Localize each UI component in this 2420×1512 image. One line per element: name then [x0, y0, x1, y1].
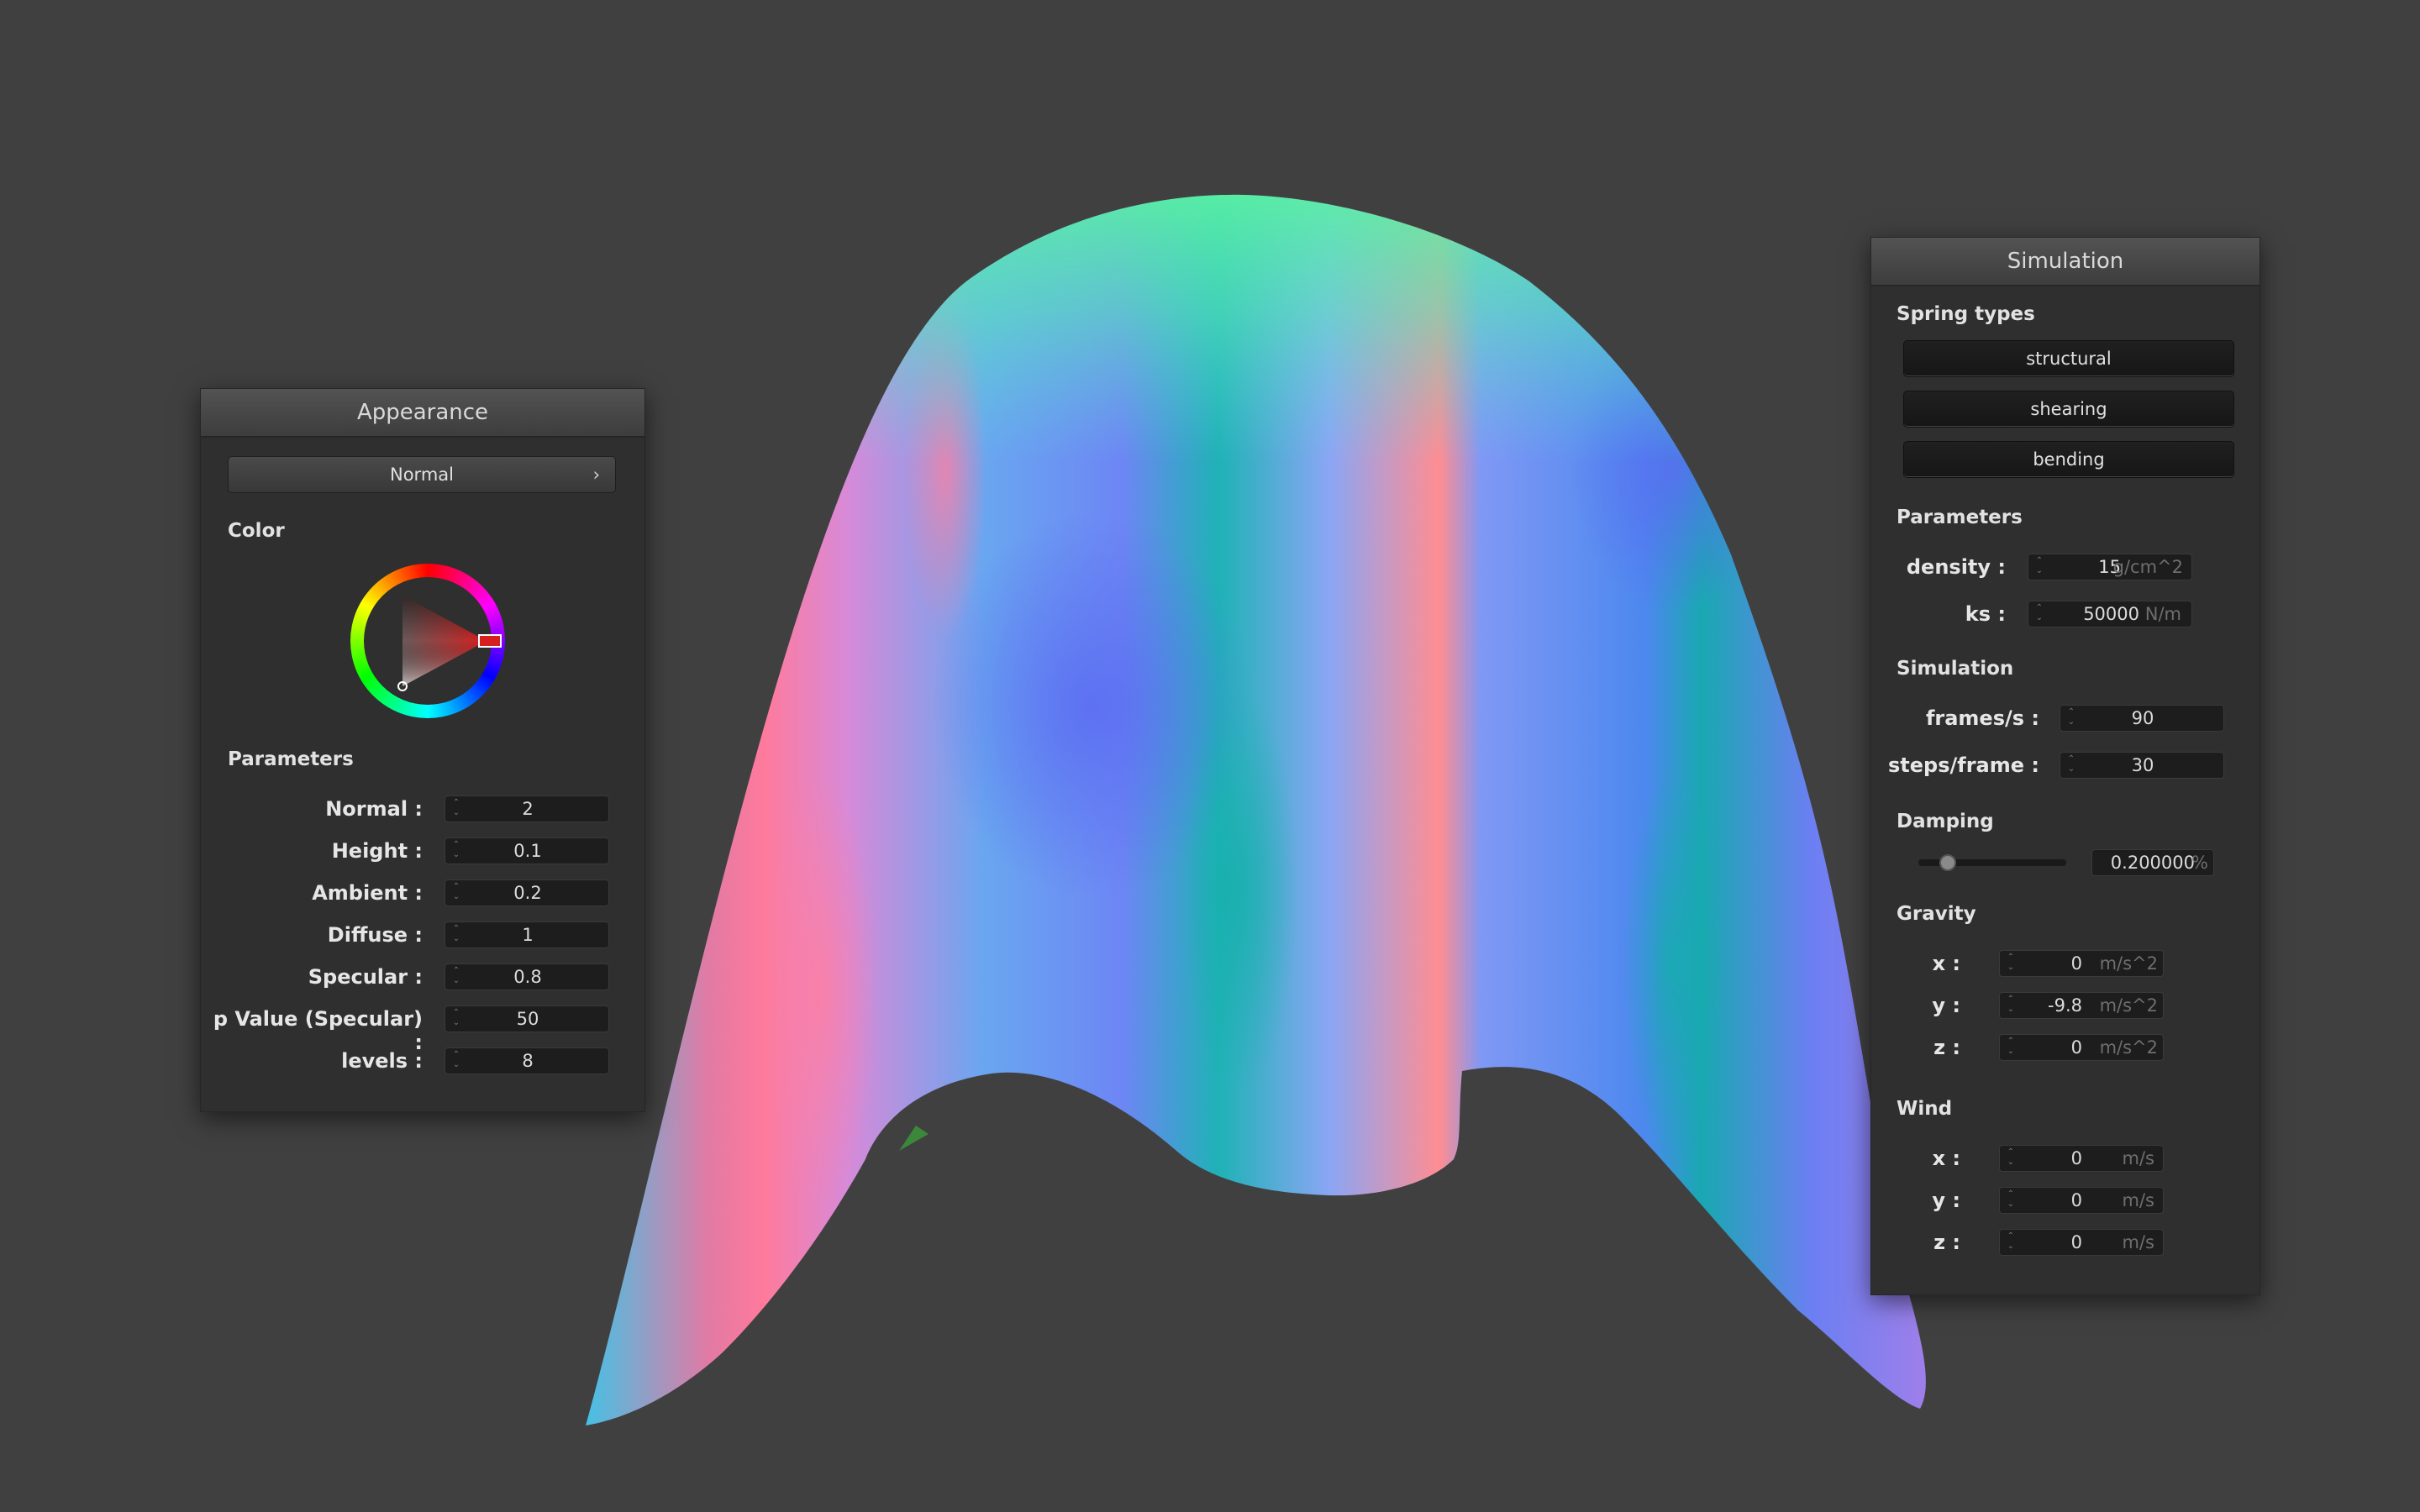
param-value-levels: 8	[522, 1051, 534, 1071]
appearance-panel-title[interactable]: Appearance	[201, 389, 644, 438]
frames-label: frames/s :	[1925, 706, 2039, 730]
param-value-height: 0.1	[513, 841, 542, 861]
frames-field[interactable]: ⌃ ⌄ 90	[2060, 705, 2224, 732]
param-field-height[interactable]: ⌃ ⌄ 0.1	[445, 837, 609, 864]
ks-label: ks :	[1965, 602, 2006, 626]
param-field-diffuse[interactable]: ⌃ ⌄ 1	[445, 921, 609, 948]
gravity-y-field[interactable]: ⌃ ⌄ -9.8 m/s^2	[1999, 992, 2164, 1019]
simulation-panel-title[interactable]: Simulation	[1871, 238, 2260, 286]
param-label-ambient: Ambient :	[312, 881, 423, 905]
param-field-levels[interactable]: ⌃ ⌄ 8	[445, 1047, 609, 1074]
spinner-icon[interactable]: ⌃ ⌄	[2033, 603, 2045, 625]
spinner-icon[interactable]: ⌃ ⌄	[2005, 953, 2017, 974]
simulation-panel: Simulation Spring types structural shear…	[1870, 237, 2260, 1295]
frames-value: 90	[2131, 708, 2154, 728]
gravity-z-unit: m/s^2	[2099, 1037, 2158, 1058]
param-label-normal: Normal :	[325, 797, 423, 821]
structural-button[interactable]: structural	[1903, 340, 2234, 377]
gravity-z-label: z :	[1933, 1036, 1960, 1059]
density-label: density :	[1906, 555, 2006, 579]
param-label-specular: Specular :	[308, 965, 423, 989]
steps-field[interactable]: ⌃ ⌄ 30	[2060, 752, 2224, 779]
wind-z-field[interactable]: ⌃ ⌄ 0 m/s	[1999, 1229, 2164, 1256]
chevron-right-icon: ›	[592, 465, 600, 485]
gravity-y-unit: m/s^2	[2099, 995, 2158, 1016]
wind-z-label: z :	[1933, 1231, 1960, 1254]
wind-x-value: 0	[2070, 1148, 2082, 1168]
param-label-height: Height :	[331, 839, 423, 863]
simulation-parameters-label: Parameters	[1897, 507, 2023, 528]
param-label-p-value: p Value (Specular) :	[213, 1007, 423, 1054]
spinner-icon[interactable]: ⌃ ⌄	[2005, 1231, 2017, 1253]
gravity-section-label: Gravity	[1897, 903, 1976, 925]
param-value-specular: 0.8	[513, 967, 542, 987]
ks-unit: N/m	[2144, 604, 2181, 624]
ks-field[interactable]: ⌃ ⌄ 50000 N/m	[2028, 601, 2192, 627]
gravity-y-value: -9.8	[2048, 995, 2082, 1016]
hue-selector-marker[interactable]	[478, 634, 502, 648]
damping-slider-handle[interactable]	[1939, 854, 1957, 871]
color-wheel[interactable]	[350, 564, 505, 718]
damping-value: 0.200000	[2110, 853, 2195, 873]
shading-mode-select[interactable]: Normal ›	[228, 456, 616, 493]
gravity-y-label: y :	[1932, 994, 1960, 1017]
gravity-x-value: 0	[2070, 953, 2082, 974]
wind-z-value: 0	[2070, 1232, 2082, 1252]
bending-button[interactable]: bending	[1903, 441, 2234, 478]
param-field-ambient[interactable]: ⌃ ⌄ 0.2	[445, 879, 609, 906]
param-label-levels: levels :	[341, 1049, 423, 1073]
gravity-z-field[interactable]: ⌃ ⌄ 0 m/s^2	[1999, 1034, 2164, 1061]
wind-y-value: 0	[2070, 1190, 2082, 1210]
param-value-diffuse: 1	[522, 925, 534, 945]
ks-value: 50000	[2083, 604, 2139, 624]
simulation-section-label: Simulation	[1897, 658, 2014, 680]
gravity-x-label: x :	[1932, 952, 1960, 975]
spinner-icon[interactable]: ⌃ ⌄	[2005, 995, 2017, 1016]
shearing-button[interactable]: shearing	[1903, 391, 2234, 428]
spinner-icon[interactable]: ⌃ ⌄	[2033, 556, 2045, 578]
shading-mode-value: Normal	[390, 465, 454, 485]
damping-field[interactable]: 0.200000%	[2091, 849, 2214, 876]
wind-y-label: y :	[1932, 1189, 1960, 1212]
spinner-icon[interactable]: ⌃ ⌄	[2005, 1189, 2017, 1211]
gravity-x-field[interactable]: ⌃ ⌄ 0 m/s^2	[1999, 950, 2164, 977]
param-field-p-value[interactable]: ⌃ ⌄ 50	[445, 1005, 609, 1032]
spring-types-label: Spring types	[1897, 303, 2035, 325]
spinner-icon[interactable]: ⌃ ⌄	[2005, 1037, 2017, 1058]
appearance-parameters-label: Parameters	[228, 748, 354, 770]
gravity-z-value: 0	[2070, 1037, 2082, 1058]
wind-section-label: Wind	[1897, 1098, 1953, 1120]
wind-z-unit: m/s	[2122, 1232, 2154, 1252]
gravity-x-unit: m/s^2	[2099, 953, 2158, 974]
param-label-diffuse: Diffuse :	[327, 923, 423, 947]
density-field[interactable]: ⌃ ⌄ 15 g/cm^2	[2028, 554, 2192, 580]
damping-section-label: Damping	[1897, 811, 1994, 832]
param-value-p-value: 50	[516, 1009, 539, 1029]
spinner-icon[interactable]: ⌃ ⌄	[2005, 1147, 2017, 1169]
density-unit: g/cm^2	[2112, 557, 2183, 577]
color-section-label: Color	[228, 520, 285, 542]
wind-y-field[interactable]: ⌃ ⌄ 0 m/s	[1999, 1187, 2164, 1214]
wind-x-unit: m/s	[2122, 1148, 2154, 1168]
appearance-panel: Appearance Normal › Color Parameters Nor…	[200, 388, 645, 1112]
damping-unit: %	[2191, 853, 2208, 873]
wind-x-field[interactable]: ⌃ ⌄ 0 m/s	[1999, 1145, 2164, 1172]
param-value-ambient: 0.2	[513, 883, 542, 903]
param-value-normal: 2	[522, 799, 534, 819]
param-field-normal[interactable]: ⌃ ⌄ 2	[445, 795, 609, 822]
param-field-specular[interactable]: ⌃ ⌄ 0.8	[445, 963, 609, 990]
wind-y-unit: m/s	[2122, 1190, 2154, 1210]
steps-value: 30	[2131, 755, 2154, 775]
wind-x-label: x :	[1932, 1147, 1960, 1170]
steps-label: steps/frame :	[1888, 753, 2039, 777]
